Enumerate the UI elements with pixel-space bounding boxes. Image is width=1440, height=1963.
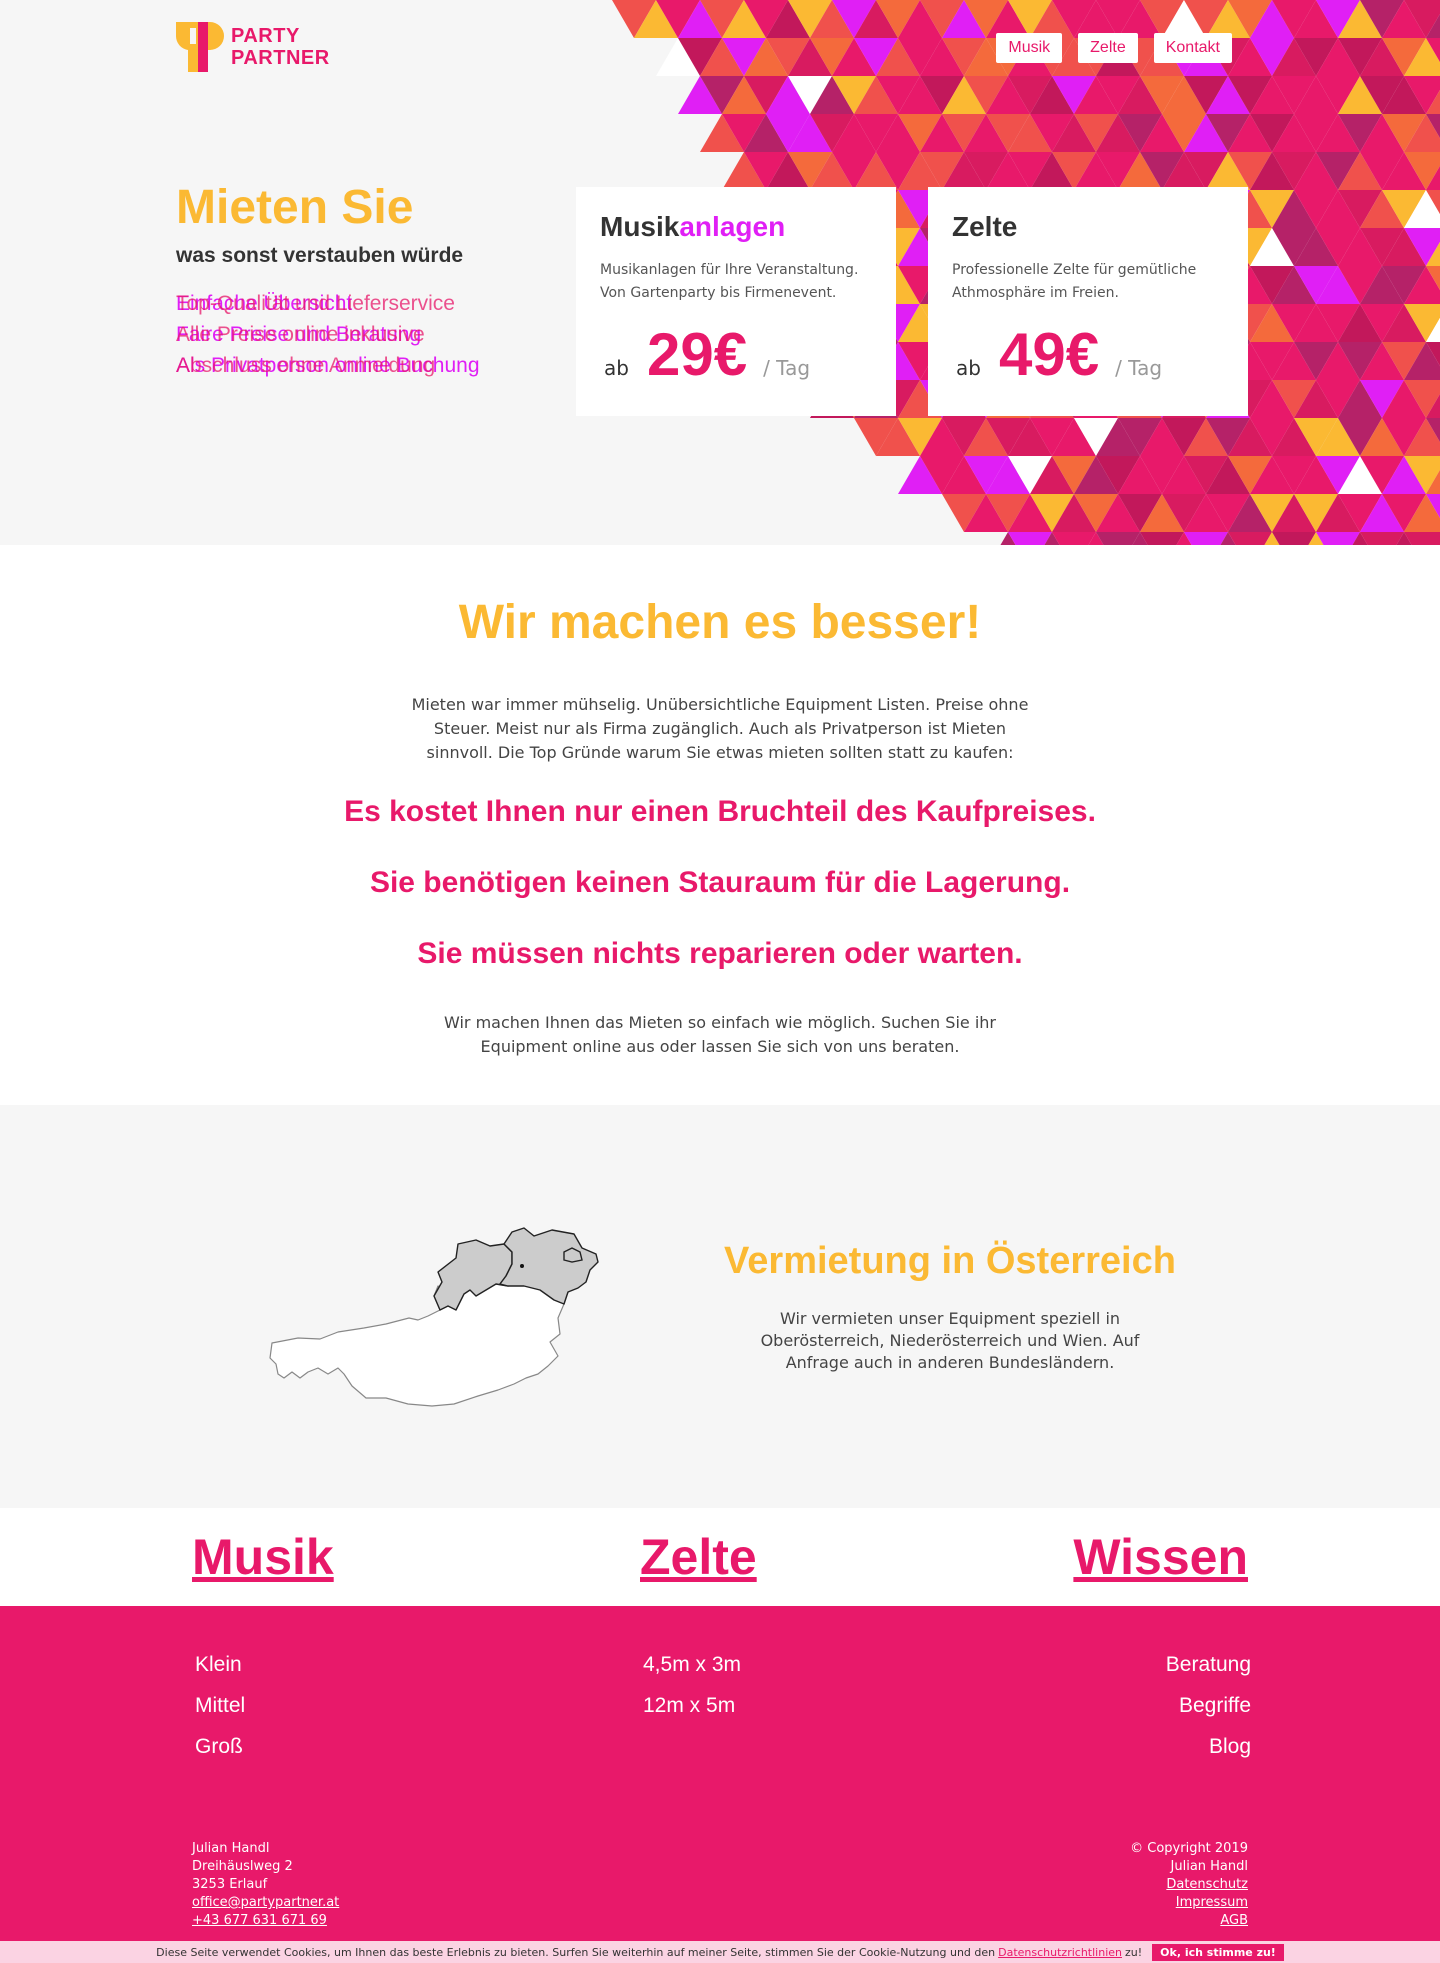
hero-feature-list: Einfache Übersicht Top-Qualität und Lief… — [176, 292, 556, 388]
reason-3: Sie müssen nichts reparieren oder warten… — [417, 937, 1023, 970]
footer-link-mittel[interactable]: Mittel — [195, 1685, 245, 1726]
category-heading-zelte[interactable]: Zelte — [640, 1528, 757, 1586]
hero-intro: Mieten Sie was sonst verstauben würde Ei… — [176, 180, 556, 388]
card-title-main: Musik — [600, 211, 680, 242]
feature-line-3b: Abschluss ohne Anmeldung — [176, 354, 436, 377]
footer-link-zelt-large[interactable]: 12m x 5m — [643, 1685, 741, 1726]
logo-line-2: PARTNER — [231, 47, 330, 69]
footer: Klein Mittel Groß 4,5m x 3m 12m x 5m Ber… — [0, 1606, 1440, 1941]
footer-link-blog[interactable]: Blog — [1166, 1726, 1251, 1767]
card-description: Musikanlagen für Ihre Veranstaltung. Von… — [600, 262, 859, 301]
logo[interactable]: PARTY PARTNER — [175, 22, 330, 72]
footer-link-zelt-small[interactable]: 4,5m x 3m — [643, 1644, 741, 1685]
footer-link-begriffe[interactable]: Begriffe — [1166, 1685, 1251, 1726]
pattern-triangle — [1096, 532, 1140, 545]
nav-item-kontakt[interactable]: Kontakt — [1153, 33, 1232, 63]
category-heading-musik[interactable]: Musik — [192, 1528, 334, 1586]
austria-outline — [269, 1281, 569, 1407]
card-price: ab 29€ / Tag — [600, 323, 872, 387]
cookie-bar: Diese Seite verwendet Cookies, um Ihnen … — [0, 1941, 1440, 1963]
footer-legal: © Copyright 2019 Julian Handl Datenschut… — [1130, 1840, 1248, 1930]
price-prefix: ab — [956, 356, 981, 380]
pattern-triangle — [1316, 532, 1360, 545]
pattern-triangle — [1228, 532, 1272, 545]
card-price: ab 49€ / Tag — [952, 323, 1224, 387]
why-outro: Wir machen Ihnen das Mieten so einfach w… — [444, 1013, 996, 1056]
card-title-main: Zelte — [952, 211, 1018, 242]
austria-title: Vermietung in Österreich — [724, 1240, 1176, 1282]
austria-map — [269, 1227, 599, 1407]
footer-address: Julian Handl Dreihäuslweg 2 3253 Erlauf … — [192, 1840, 339, 1930]
feature-line-1b: Top-Qualität und Lieferservice — [176, 292, 455, 315]
card-musikanlagen[interactable]: Musikanlagen Musikanlagen für Ihre Veran… — [576, 187, 896, 416]
card-title: Musikanlagen — [600, 209, 872, 245]
footer-col-wissen: Beratung Begriffe Blog — [1166, 1644, 1251, 1767]
price-unit: / Tag — [763, 356, 811, 380]
price-prefix: ab — [604, 356, 629, 380]
address-name: Julian Handl — [192, 1841, 270, 1856]
location-marker-icon — [520, 1264, 524, 1268]
address-street: Dreihäuslweg 2 — [192, 1859, 293, 1874]
pattern-triangle — [1052, 532, 1096, 545]
why-section: Wir machen es besser! Mieten war immer m… — [0, 545, 1440, 1105]
footer-link-klein[interactable]: Klein — [195, 1644, 245, 1685]
pattern-triangle — [1140, 532, 1184, 545]
logo-text: PARTY PARTNER — [231, 25, 330, 69]
logo-line-1: PARTY — [231, 25, 300, 47]
cookie-accept-button[interactable]: Ok, ich stimme zu! — [1152, 1943, 1284, 1961]
footer-link-gross[interactable]: Groß — [195, 1726, 245, 1767]
hero-subtitle: was sonst verstauben würde — [176, 244, 464, 267]
austria-section: Vermietung in Österreich Wir vermieten u… — [0, 1105, 1440, 1508]
card-description: Professionelle Zelte für gemütliche Athm… — [952, 262, 1197, 301]
footer-col-musik: Klein Mittel Groß — [195, 1644, 245, 1767]
email-link[interactable]: office@partypartner.at — [192, 1895, 339, 1910]
address-city: 3253 Erlauf — [192, 1877, 268, 1892]
hero-section: PARTY PARTNER Musik Zelte Kontakt Mieten… — [0, 0, 1440, 545]
footer-link-beratung[interactable]: Beratung — [1166, 1644, 1251, 1685]
pattern-triangle — [1360, 532, 1404, 545]
copyright-name: Julian Handl — [1170, 1859, 1248, 1874]
nav-item-musik[interactable]: Musik — [996, 33, 1063, 63]
agb-link[interactable]: AGB — [1220, 1913, 1248, 1928]
logo-icon — [175, 22, 224, 72]
card-zelte[interactable]: Zelte Professionelle Zelte für gemütlich… — [928, 187, 1248, 416]
why-intro: Mieten war immer mühselig. Unübersichtli… — [411, 695, 1029, 762]
category-heading-wissen[interactable]: Wissen — [1073, 1528, 1248, 1586]
impressum-link[interactable]: Impressum — [1176, 1895, 1248, 1910]
feature-line-2b: Alle Preise online inklusive — [176, 323, 425, 346]
phone-link[interactable]: +43 677 631 671 69 — [192, 1913, 327, 1928]
main-nav: Musik Zelte Kontakt — [996, 33, 1232, 63]
pattern-triangle — [1272, 532, 1316, 545]
pattern-triangle — [1184, 532, 1228, 545]
hero-title: Mieten Sie — [176, 181, 414, 234]
price-amount: 49€ — [998, 321, 1100, 388]
card-title-accent: anlagen — [679, 211, 786, 242]
copyright-text: © Copyright 2019 — [1130, 1841, 1248, 1856]
nav-item-zelte[interactable]: Zelte — [1078, 33, 1138, 63]
reason-2: Sie benötigen keinen Stauraum für die La… — [369, 866, 1071, 899]
cookie-suffix: zu! — [1125, 1945, 1143, 1959]
price-amount: 29€ — [646, 321, 748, 388]
category-headings: Musik Zelte Wissen — [0, 1508, 1440, 1606]
footer-col-zelte: 4,5m x 3m 12m x 5m — [643, 1644, 741, 1726]
card-title: Zelte — [952, 209, 1224, 245]
cookie-privacy-link[interactable]: Datenschutzrichtlinien — [998, 1946, 1122, 1959]
price-unit: / Tag — [1115, 356, 1163, 380]
why-title: Wir machen es besser! — [458, 596, 982, 649]
cookie-text: Diese Seite verwendet Cookies, um Ihnen … — [156, 1945, 996, 1959]
datenschutz-link[interactable]: Datenschutz — [1166, 1877, 1248, 1892]
austria-text: Wir vermieten unser Equipment speziell i… — [760, 1309, 1140, 1372]
pattern-triangle — [1008, 532, 1052, 545]
reason-1: Es kostet Ihnen nur einen Bruchteil des … — [344, 795, 1096, 828]
